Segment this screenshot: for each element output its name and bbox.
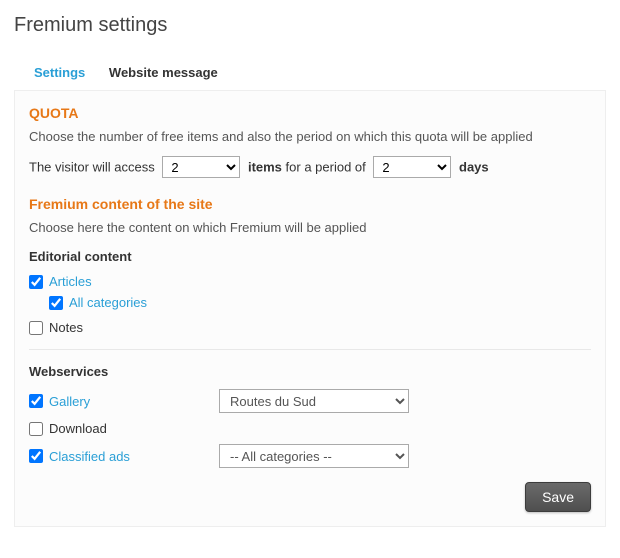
all-categories-label[interactable]: All categories [69,295,147,310]
quota-row: The visitor will access 2 items for a pe… [29,156,591,178]
classified-checkbox[interactable] [29,449,43,463]
download-checkbox[interactable] [29,422,43,436]
tab-settings[interactable]: Settings [24,59,95,90]
quota-items-label: items [248,160,282,175]
articles-row: Articles [29,274,591,289]
divider [29,349,591,350]
articles-label[interactable]: Articles [49,274,92,289]
download-row: Download [29,421,591,436]
notes-checkbox[interactable] [29,321,43,335]
notes-row: Notes [29,320,591,335]
classified-label[interactable]: Classified ads [49,449,130,464]
save-button[interactable]: Save [525,482,591,512]
classified-select[interactable]: -- All categories -- [219,444,409,468]
webservices-heading: Webservices [29,364,591,379]
gallery-checkbox[interactable] [29,394,43,408]
quota-prefix: The visitor will access [29,160,155,175]
page-title: Fremium settings [14,14,606,37]
all-categories-row: All categories [49,295,591,310]
download-label: Download [49,421,107,436]
quota-days-label: days [459,160,489,175]
quota-desc: Choose the number of free items and also… [29,129,591,144]
settings-panel: QUOTA Choose the number of free items an… [14,90,606,527]
quota-period-select[interactable]: 2 [373,156,451,178]
quota-items-select[interactable]: 2 [162,156,240,178]
notes-label: Notes [49,320,83,335]
footer: Save [29,482,591,512]
articles-checkbox[interactable] [29,275,43,289]
tab-website-message[interactable]: Website message [99,59,228,90]
gallery-select[interactable]: Routes du Sud [219,389,409,413]
tabs: Settings Website message [14,51,606,90]
content-desc: Choose here the content on which Fremium… [29,220,591,235]
classified-row: Classified ads -- All categories -- [29,444,591,468]
gallery-label[interactable]: Gallery [49,394,90,409]
gallery-row: Gallery Routes du Sud [29,389,591,413]
editorial-heading: Editorial content [29,249,591,264]
quota-mid2: for a period of [286,160,366,175]
content-heading: Fremium content of the site [29,196,591,212]
all-categories-checkbox[interactable] [49,296,63,310]
quota-heading: QUOTA [29,105,591,121]
